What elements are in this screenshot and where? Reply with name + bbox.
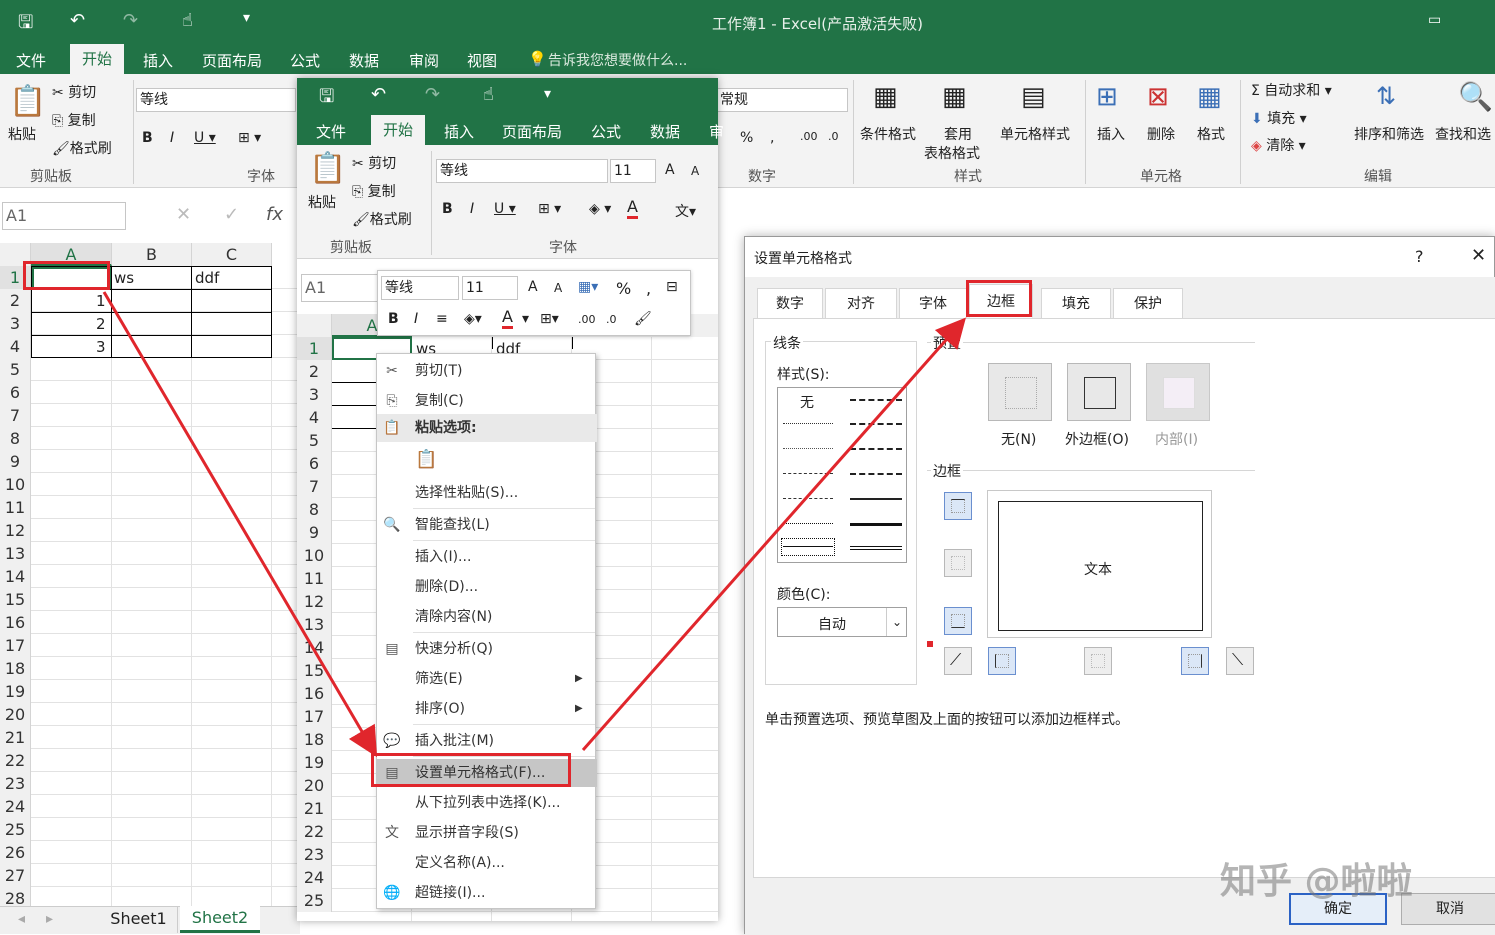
- annotation-arrows: [102, 291, 966, 758]
- arrow-to-menu: [102, 291, 378, 758]
- arrow-to-dialog: [581, 317, 966, 751]
- watermark: 知乎 @啦啦: [1220, 861, 1413, 902]
